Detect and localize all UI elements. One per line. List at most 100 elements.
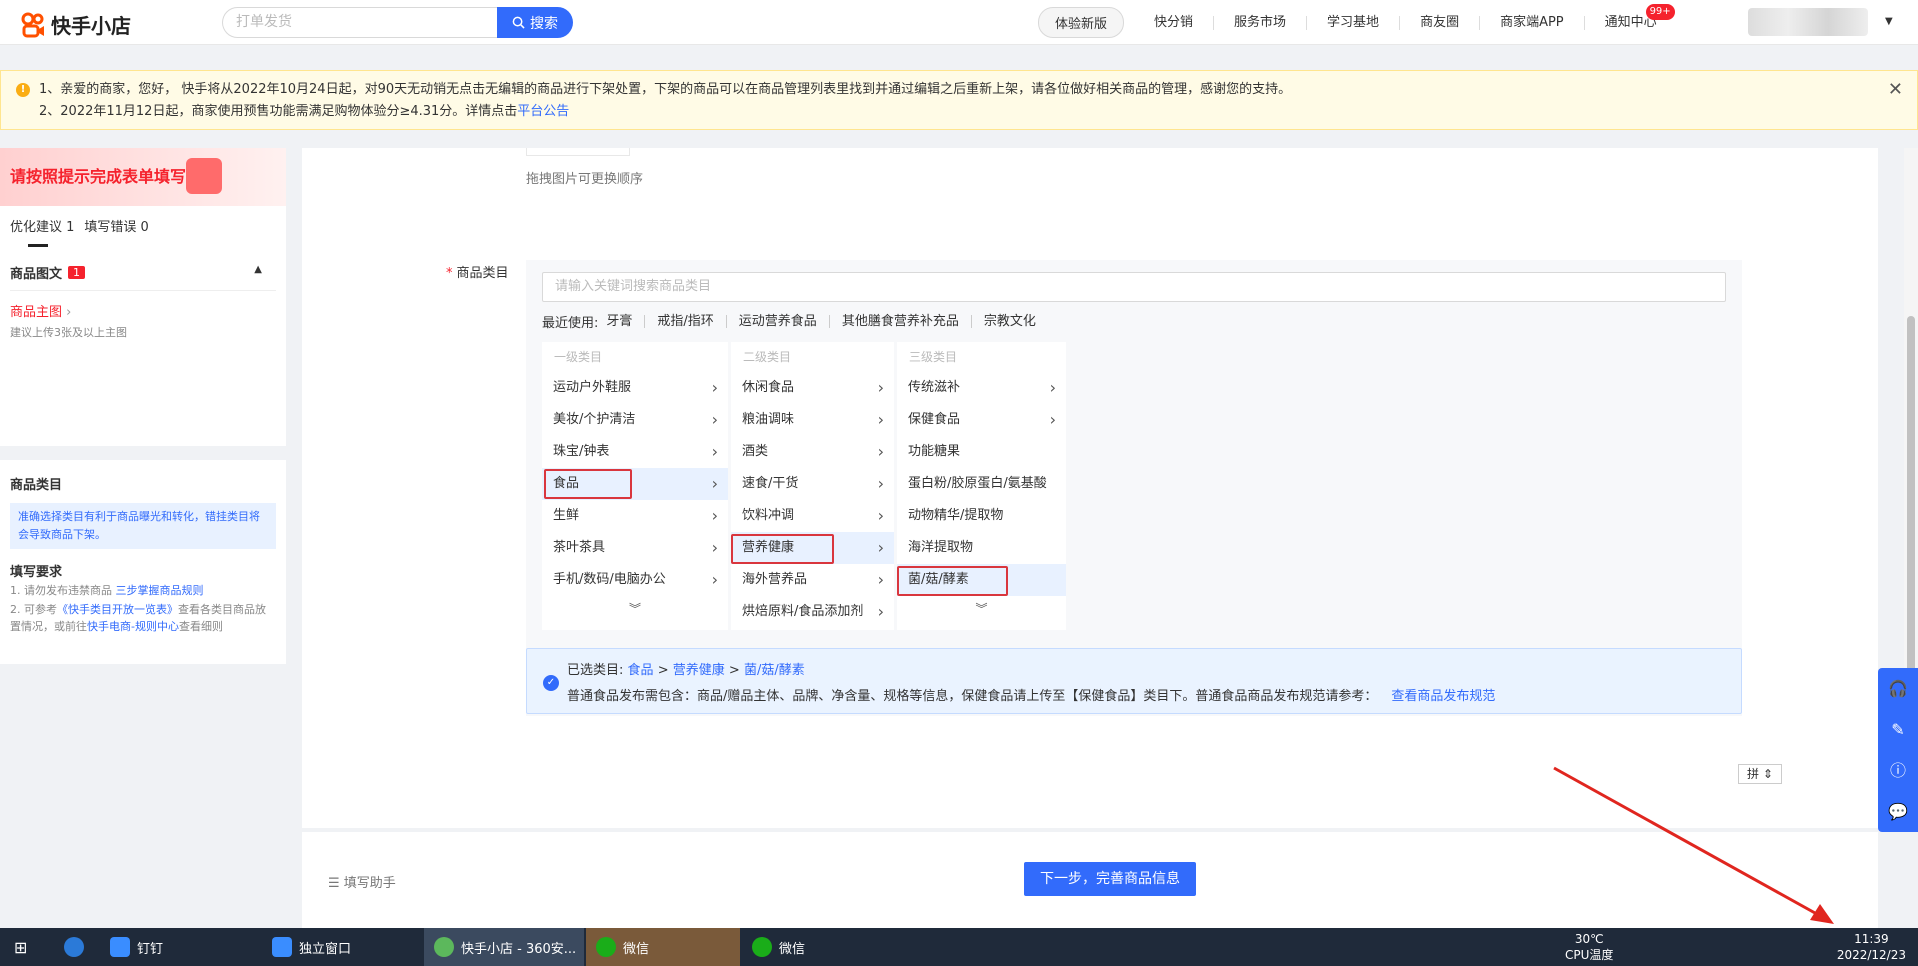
search-input[interactable]: 打单发货 [222,7,498,38]
category-option[interactable]: 茶叶茶具 › [542,532,728,564]
category-option[interactable]: 酒类 › [731,436,894,468]
chevron-right-icon: › [711,570,718,589]
chevron-right-icon: › [877,506,884,525]
chevron-right-icon: › [877,570,884,589]
category-option[interactable]: 烘焙原料/食品添加剂 › [731,596,894,628]
nav-merchant-app[interactable]: 商家端APP [1479,15,1584,30]
requirement-2: 2. 可参考《快手类目开放一览表》查看各类目商品放置情况，或前往快手电商-规则中… [10,603,266,633]
chevron-down-icon[interactable]: ▼ [1885,16,1893,27]
taskbar-360-browser[interactable]: 快手小店 - 360安... [424,928,584,966]
category-option[interactable]: 功能糖果 [897,436,1066,468]
selected-level-1[interactable]: 食品 [628,663,654,678]
recent-item[interactable]: 牙膏 [598,315,644,328]
next-step-button[interactable]: 下一步，完善商品信息 [1024,862,1196,896]
notice-line-2: 2、2022年11月12日起，商家使用预售功能需满足购物体验分≥4.31分。详情… [39,104,570,119]
taskbar-window[interactable]: 独立窗口 [262,928,422,966]
category-field-label: * 商品类目 [446,266,509,281]
publish-spec-link[interactable]: 查看商品发布规范 [1391,689,1495,704]
category-option[interactable]: 运动户外鞋服 › [542,372,728,404]
cpu-temperature: 30℃ CPU温度 [1565,932,1614,962]
logo[interactable]: 快手小店 [20,10,131,39]
recent-item[interactable]: 其他膳食营养补充品 [828,315,971,328]
nav-notification-center[interactable]: 通知中心 99+ [1583,3,1677,30]
category-option[interactable]: 保健食品 › [897,404,1066,436]
guide-decoration-icon [186,158,222,194]
recent-item[interactable]: 运动营养食品 [725,315,829,328]
category-option[interactable]: 传统滋补 › [897,372,1066,404]
scroll-more-icon[interactable]: ︾ [897,600,1066,617]
category-option[interactable]: 休闲食品 › [731,372,894,404]
headset-icon[interactable]: 🎧 [1878,668,1918,709]
category-option[interactable]: 动物精华/提取物 [897,500,1066,532]
category-option[interactable]: 美妆/个护清洁 › [542,404,728,436]
main-image-link[interactable]: 商品主图 › [10,301,276,320]
nav-kuaifenxiao[interactable]: 快分销 [1134,15,1213,30]
column-header: 二级类目 [743,350,792,364]
ime-indicator[interactable]: 拼 ⇕ [1738,764,1782,784]
system-clock[interactable]: 11:39 2022/12/23 [1837,931,1906,963]
category-help-title: 商品类目 [10,478,63,493]
close-icon[interactable]: ✕ [1888,79,1903,101]
form-guide-panel: 请按照提示完成表单填写 优化建议 1 填写错误 0 商品图文 1 ▲ 商品主图 … [0,148,286,446]
category-column-2: 二级类目 休闲食品 › 粮油调味 › 酒类 › 速食/干货 › 饮料冲调 › 营养健康 › … [731,342,894,630]
category-option[interactable]: 饮料冲调 › [731,500,894,532]
platform-announcement-link[interactable]: 平台公告 [517,104,569,119]
start-button[interactable]: ⊞ [4,928,38,966]
recent-categories: 最近使用: 牙膏 戒指/指环 运动营养食品 其他膳食营养补充品 宗教文化 [542,312,1048,331]
tab-fill-errors[interactable]: 填写错误 0 [84,216,148,235]
collapse-up-icon[interactable]: ▲ [254,264,262,275]
taskbar-app[interactable] [54,928,94,966]
chat-icon[interactable]: 💬 [1878,791,1918,832]
nav-learning-base[interactable]: 学习基地 [1306,15,1399,30]
selected-level-3[interactable]: 菌/菇/酵素 [744,663,805,678]
scroll-thumb[interactable] [1907,316,1915,696]
info-icon[interactable]: ⓘ [1878,750,1918,791]
category-option[interactable]: 珠宝/钟表 › [542,436,728,468]
search-button[interactable]: 搜索 [497,7,573,38]
chevron-right-icon: › [1049,410,1056,429]
section-product-images[interactable]: 商品图文 1 ▲ [10,263,276,291]
category-option[interactable]: 海外营养品 › [731,564,894,596]
wechat-icon [752,937,772,957]
chevron-right-icon: › [877,442,884,461]
taskbar-wechat[interactable]: 微信 [742,928,896,966]
taskbar-wechat[interactable]: 微信 [586,928,740,966]
windows-taskbar: ⊞ 钉钉 独立窗口 快手小店 - 360安... 微信 微信 30℃ CPU温度 … [0,928,1918,966]
nav-service-market[interactable]: 服务市场 [1213,15,1306,30]
top-bar: 快手小店 打单发货 搜索 体验新版 快分销 服务市场 学习基地 商友圈 商家端A… [0,0,1918,45]
rules-center-link[interactable]: 快手电商-规则中心 [87,620,179,633]
edit-icon[interactable]: ✎ [1878,709,1918,750]
scroll-more-icon[interactable]: ︾ [542,600,728,617]
selection-highlight [544,469,632,499]
category-option[interactable]: 手机/数码/电脑办公 › [542,564,728,596]
category-search-input[interactable]: 请输入关键词搜索商品类目 [542,272,1726,302]
recent-item[interactable]: 戒指/指环 [644,315,725,328]
notice-banner: ! 1、亲爱的商家，您好， 快手将从2022年10月24日起，对90天无动销无点… [0,70,1918,130]
category-info-box: 准确选择类目有利于商品曝光和转化，错挂类目将会导致商品下架。 [10,503,276,549]
category-option[interactable]: 速食/干货 › [731,468,894,500]
image-upload-slot[interactable] [526,148,630,156]
tab-optimize-suggestions[interactable]: 优化建议 1 [10,216,74,247]
taskbar-dingtalk[interactable]: 钉钉 [100,928,260,966]
account-avatar[interactable] [1748,8,1868,36]
category-option[interactable]: 粮油调味 › [731,404,894,436]
category-option[interactable]: 海洋提取物 [897,532,1066,564]
chevron-right-icon: › [877,378,884,397]
chevron-right-icon: › [711,506,718,525]
360-browser-icon [434,937,454,957]
dingtalk-icon [272,937,292,957]
recent-item[interactable]: 宗教文化 [970,315,1048,328]
category-list-link[interactable]: 《快手类目开放一览表》 [57,603,178,616]
rules-link[interactable]: 三步掌握商品规则 [116,584,204,597]
try-new-version-button[interactable]: 体验新版 [1038,7,1125,38]
category-option[interactable]: 蛋白粉/胶原蛋白/氨基酸 [897,468,1066,500]
dingtalk-icon [110,937,130,957]
chevron-right-icon: › [711,538,718,557]
fill-helper-button[interactable]: ☰ 填写助手 [328,872,396,891]
chevron-right-icon: › [877,410,884,429]
nav-merchant-circle[interactable]: 商友圈 [1399,15,1479,30]
category-option[interactable]: 生鲜 › [542,500,728,532]
chevron-right-icon: › [877,538,884,557]
selected-level-2[interactable]: 营养健康 [673,663,725,678]
chevron-right-icon: › [711,378,718,397]
